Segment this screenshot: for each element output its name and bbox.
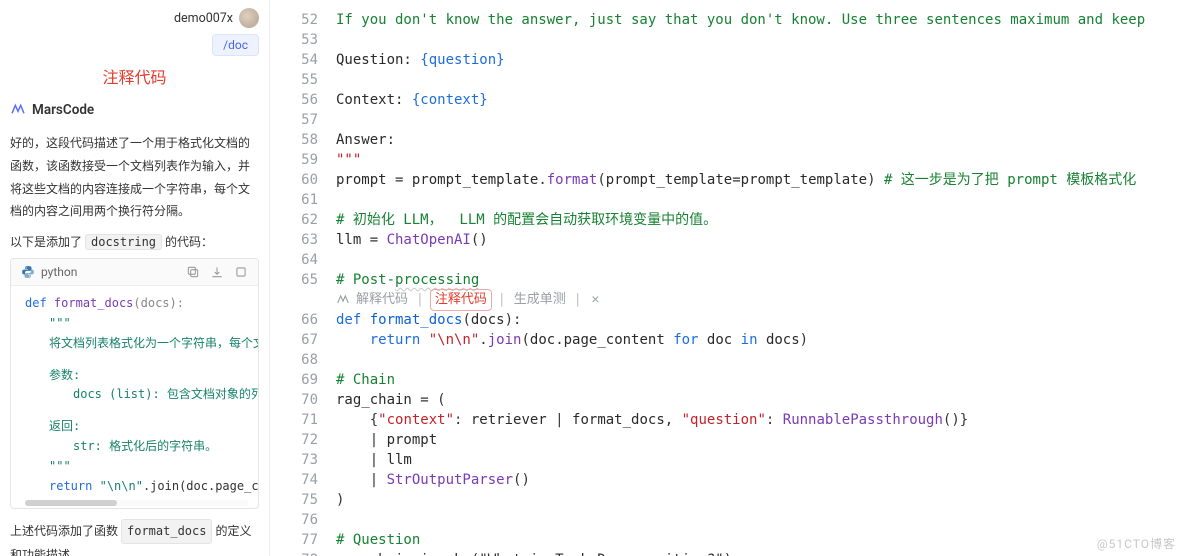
code-line-55[interactable] [336, 70, 1184, 90]
codelens-close-icon[interactable]: ✕ [592, 290, 600, 310]
code-body[interactable]: If you don't know the answer, just say t… [326, 0, 1184, 556]
format-docs-chip: format_docs [121, 519, 212, 544]
code-horizontal-scrollbar[interactable] [25, 500, 248, 506]
code-editor[interactable]: 5253545556575859606162636465666768697071… [270, 0, 1184, 556]
user-name-label: demo007x [174, 11, 233, 26]
code-line-70[interactable]: rag_chain = ( [336, 390, 1184, 410]
code-line-53[interactable] [336, 30, 1184, 50]
avatar[interactable] [239, 8, 259, 28]
code-line-72[interactable]: | prompt [336, 430, 1184, 450]
doc-badge-row: /doc [10, 34, 259, 56]
code-snippet-block: python def format_docs(docs): """ [10, 258, 259, 509]
code-line-56[interactable]: Context: {context} [336, 90, 1184, 110]
code-line-65[interactable]: # Post-processing [336, 270, 1184, 290]
code-line-60[interactable]: prompt = prompt_template.format(prompt_t… [336, 170, 1184, 190]
docstring-chip: docstring [85, 234, 162, 250]
code-language-label: python [41, 265, 77, 279]
code-line-75[interactable]: ) [336, 490, 1184, 510]
code-line-77[interactable]: # Question [336, 530, 1184, 550]
copy-icon[interactable] [186, 265, 200, 279]
watermark: @51CTO博客 [1097, 535, 1176, 552]
code-line-57[interactable] [336, 110, 1184, 130]
line-number-gutter: 5253545556575859606162636465666768697071… [270, 0, 326, 556]
code-line-63[interactable]: llm = ChatOpenAI() [336, 230, 1184, 250]
assistant-trail: 上述代码添加了函数 format_docs 的定义和功能描述。 [10, 519, 259, 556]
assistant-description: 好的，这段代码描述了一个用于格式化文档的函数，该函数接受一个文档列表作为输入，并… [10, 132, 259, 223]
code-line-71[interactable]: {"context": retriever | format_docs, "qu… [336, 410, 1184, 430]
code-line-78[interactable]: rag_chain.invoke("What is Task Decomposi… [336, 550, 1184, 556]
code-line-59[interactable]: """ [336, 150, 1184, 170]
sidebar: demo007x /doc 注释代码 MarsCode 好的，这段代码描述了一个… [0, 0, 270, 556]
codelens-comment[interactable]: 注释代码 [430, 289, 492, 311]
codelens-gentest[interactable]: 生成单测 [514, 290, 566, 310]
code-line-64[interactable] [336, 250, 1184, 270]
code-line-61[interactable] [336, 190, 1184, 210]
doc-command-pill[interactable]: /doc [212, 34, 259, 56]
code-line-68[interactable] [336, 350, 1184, 370]
code-line-58[interactable]: Answer: [336, 130, 1184, 150]
code-line-76[interactable] [336, 510, 1184, 530]
marscode-row: MarsCode [10, 102, 259, 118]
marscode-label: MarsCode [32, 102, 94, 118]
code-line-73[interactable]: | llm [336, 450, 1184, 470]
python-icon [21, 265, 35, 279]
expand-icon[interactable] [234, 265, 248, 279]
code-line-67[interactable]: return "\n\n".join(doc.page_content for … [336, 330, 1184, 350]
code-line-62[interactable]: # 初始化 LLM， LLM 的配置会自动获取环境变量中的值。 [336, 210, 1184, 230]
user-row: demo007x [10, 8, 259, 28]
insert-icon[interactable] [210, 265, 224, 279]
marscode-icon [10, 102, 26, 118]
marscode-icon [336, 293, 350, 307]
assistant-title: 注释代码 [10, 64, 259, 88]
code-line-74[interactable]: | StrOutputParser() [336, 470, 1184, 490]
code-snippet-body: def format_docs(docs): """ 将文档列表格式化为一个字符… [11, 286, 258, 508]
codelens-row: 解释代码 注释代码 生成单测 ✕ [336, 290, 1184, 310]
code-line-69[interactable]: # Chain [336, 370, 1184, 390]
code-line-66[interactable]: def format_docs(docs): [336, 310, 1184, 330]
docstring-intro: 以下是添加了 docstring 的代码： [10, 233, 259, 250]
code-snippet-header: python [11, 259, 258, 286]
codelens-explain[interactable]: 解释代码 [356, 290, 408, 310]
code-line-54[interactable]: Question: {question} [336, 50, 1184, 70]
code-line-52[interactable]: If you don't know the answer, just say t… [336, 10, 1184, 30]
